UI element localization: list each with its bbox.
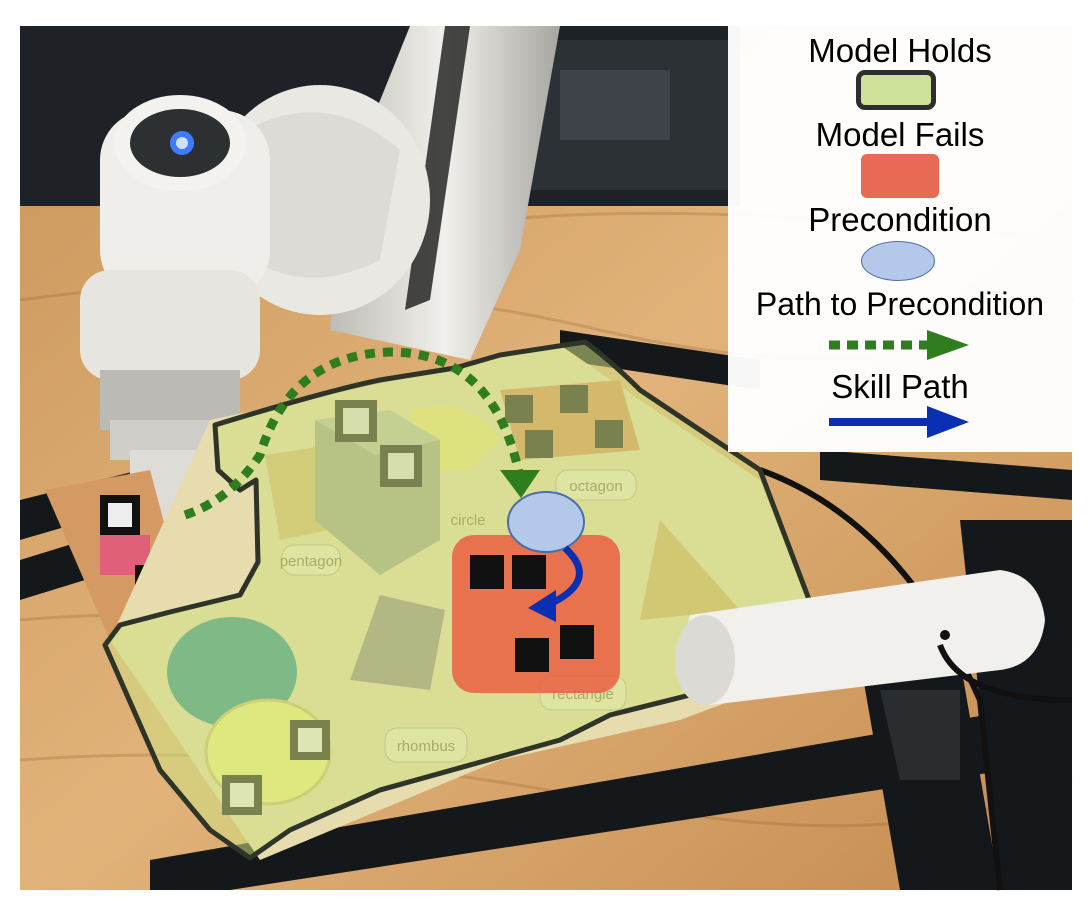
model-holds-swatch <box>856 70 936 110</box>
blue-arrow-icon <box>829 406 969 438</box>
legend-model-holds-label: Model Holds <box>808 32 992 69</box>
model-fails-swatch <box>861 154 939 198</box>
precondition-swatch <box>861 241 935 281</box>
legend-skill-path-label: Skill Path <box>831 368 969 405</box>
legend-model-fails-label: Model Fails <box>815 116 985 153</box>
dotted-green-arrow-icon <box>829 330 969 360</box>
legend-path-label: Path to Precondition <box>755 286 1045 322</box>
legend-precondition-label: Precondition <box>808 201 992 238</box>
legend-panel: Model Holds Model Fails Precondition Pat… <box>728 26 1072 452</box>
precondition-ellipse <box>507 491 585 553</box>
model-fails-region <box>452 535 620 693</box>
